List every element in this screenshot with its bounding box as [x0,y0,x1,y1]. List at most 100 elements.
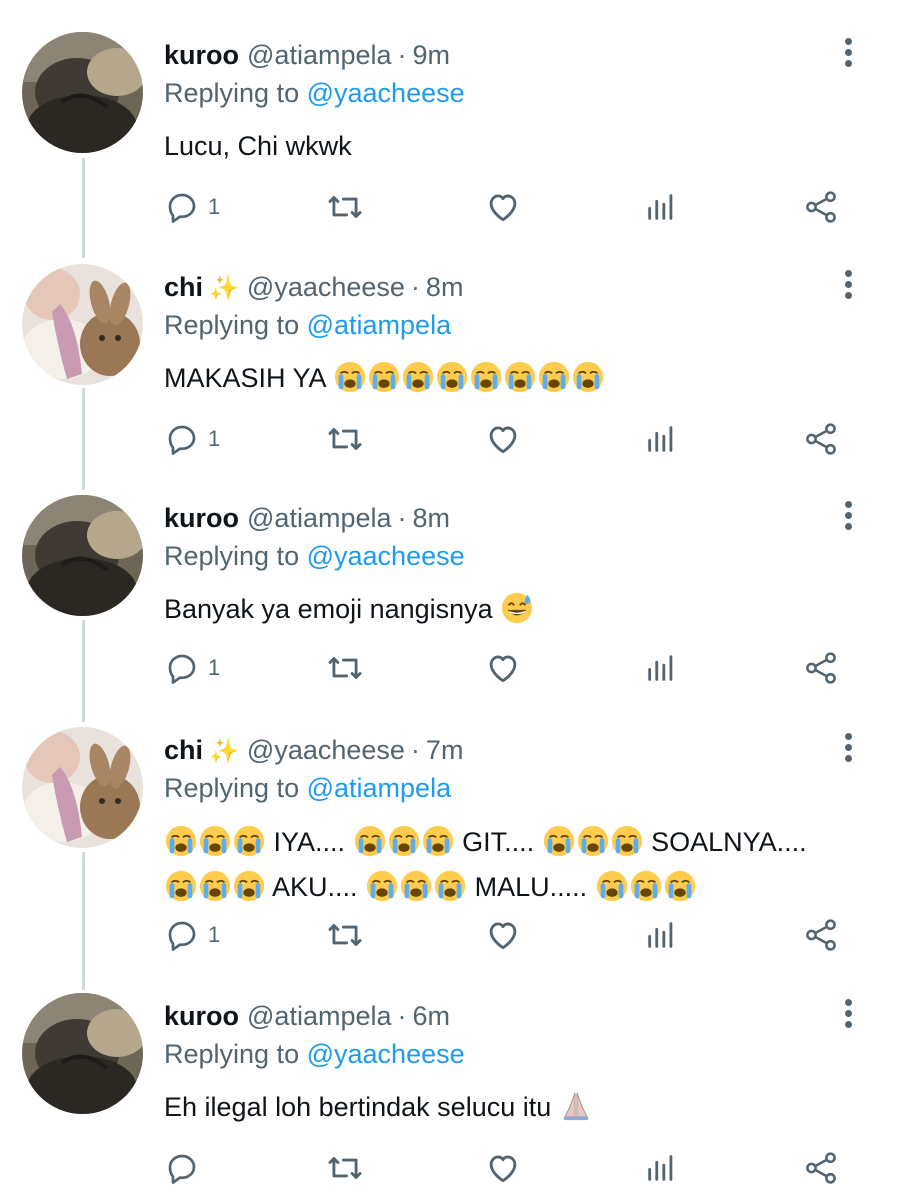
tweet[interactable]: kuroo @atiampela · 6m Replying to @yaachees… [0,993,898,1200]
action-bar [164,1148,864,1188]
like-button[interactable] [484,187,522,227]
retweet-icon [328,196,362,218]
replying-to-handle[interactable]: @atiampela [307,773,451,803]
loudly-crying-face-icon [630,870,661,902]
reply-button[interactable]: 1 [164,915,220,955]
replying-to-handle[interactable]: @atiampela [307,310,451,340]
avatar[interactable] [22,727,143,848]
retweet-button[interactable] [326,648,364,688]
tweet-text: Banyak ya emoji nangisnya [164,588,864,631]
heart-icon [489,922,517,950]
grinning-sweat-face-icon [502,592,533,624]
share-button[interactable] [802,648,840,688]
crying-emoji-group [333,361,605,393]
display-name[interactable]: kuroo [164,503,239,533]
more-options-icon[interactable] [838,34,858,74]
timestamp[interactable]: 7m [426,735,464,765]
like-button[interactable] [484,419,522,459]
more-options-icon[interactable] [838,266,858,306]
share-icon [806,919,836,951]
user-handle[interactable]: @atiampela [247,1001,391,1031]
like-button[interactable] [484,1148,522,1188]
views-icon [648,1155,673,1181]
retweet-button[interactable] [326,419,364,459]
action-bar: 1 [164,419,864,459]
tweet-text-segment: MALU..... [474,872,588,902]
display-name[interactable]: chi [164,735,203,765]
tweet-text-segment: GIT.... [462,827,535,857]
retweet-button[interactable] [326,1148,364,1188]
tweet-text-segment: Banyak ya emoji nangisnya [164,594,493,624]
loudly-crying-face-icon [577,825,608,857]
reply-button[interactable]: 1 [164,648,220,688]
views-button[interactable] [644,648,678,688]
display-name[interactable]: kuroo [164,1001,239,1031]
reply-count: 1 [208,194,221,219]
user-handle[interactable]: @atiampela [247,503,391,533]
replying-to-handle[interactable]: @yaacheese [307,541,465,571]
tweet[interactable]: chi ✨ @yaacheese · 8m Replying to @atiampela… [0,264,898,494]
reply-button[interactable] [164,1148,208,1188]
more-options-icon[interactable] [838,497,858,537]
share-button[interactable] [802,419,840,459]
reply-icon [168,654,196,684]
avatar[interactable] [22,495,143,616]
tweet[interactable]: kuroo @atiampela · 8m Replying to @yaachees… [0,495,898,725]
separator-dot: · [397,40,407,70]
tweet-text-segment: Lucu, Chi wkwk [164,131,352,161]
timestamp[interactable]: 9m [413,40,451,70]
replying-to-label: Replying to [164,78,300,108]
user-handle[interactable]: @yaacheese [247,272,405,302]
tweet-text: IYA.... GIT.... SOALNYA.... AKU.... MALU… [164,820,864,910]
like-button[interactable] [484,915,522,955]
separator-dot: · [397,1001,407,1031]
reply-count: 1 [208,922,221,947]
display-name[interactable]: chi [164,272,203,302]
loudly-crying-face-icon [354,825,385,857]
timestamp[interactable]: 8m [426,272,464,302]
timestamp[interactable]: 8m [413,503,451,533]
replying-to-label: Replying to [164,310,300,340]
replying-to-handle[interactable]: @yaacheese [307,78,465,108]
share-button[interactable] [802,915,840,955]
timestamp[interactable]: 6m [413,1001,451,1031]
user-handle[interactable]: @atiampela [247,40,391,70]
share-button[interactable] [802,1148,840,1188]
more-options-icon[interactable] [838,995,858,1035]
share-button[interactable] [802,187,840,227]
retweet-button[interactable] [326,915,364,955]
reply-button[interactable]: 1 [164,187,220,227]
loudly-crying-face-icon [165,825,197,857]
reply-button[interactable]: 1 [164,419,220,459]
tweet-text: MAKASIH YA [164,357,864,400]
replying-to-line: Replying to @atiampela [164,771,451,805]
replying-to-handle[interactable]: @yaacheese [307,1039,465,1069]
avatar[interactable] [22,264,143,385]
loudly-crying-face-icon [199,825,231,857]
loudly-crying-face-icon [572,361,603,393]
display-name[interactable]: kuroo [164,40,239,70]
more-options-icon[interactable] [838,729,858,769]
tweet-text-segment: AKU.... [272,872,358,902]
views-button[interactable] [644,419,678,459]
avatar[interactable] [22,993,143,1114]
share-icon [806,423,836,455]
heart-icon [489,1155,517,1183]
cat-avatar-icon [22,993,143,1114]
reply-icon [168,193,196,223]
separator-dot: · [397,503,407,533]
views-button[interactable] [644,187,678,227]
retweet-button[interactable] [326,187,364,227]
views-button[interactable] [644,915,678,955]
views-button[interactable] [644,1148,678,1188]
views-icon [648,922,673,948]
loudly-crying-face-icon [368,361,399,393]
share-icon [806,1152,836,1184]
user-handle[interactable]: @yaacheese [247,735,405,765]
tweet[interactable]: chi ✨ @yaacheese · 7m Replying to @atiampela… [0,727,898,989]
like-button[interactable] [484,648,522,688]
avatar[interactable] [22,32,143,153]
loudly-crying-face-icon [366,870,398,902]
tweet[interactable]: kuroo @atiampela · 9m Replying to @yaachees… [0,32,898,262]
sparkles-emoji: ✨ [209,738,239,765]
